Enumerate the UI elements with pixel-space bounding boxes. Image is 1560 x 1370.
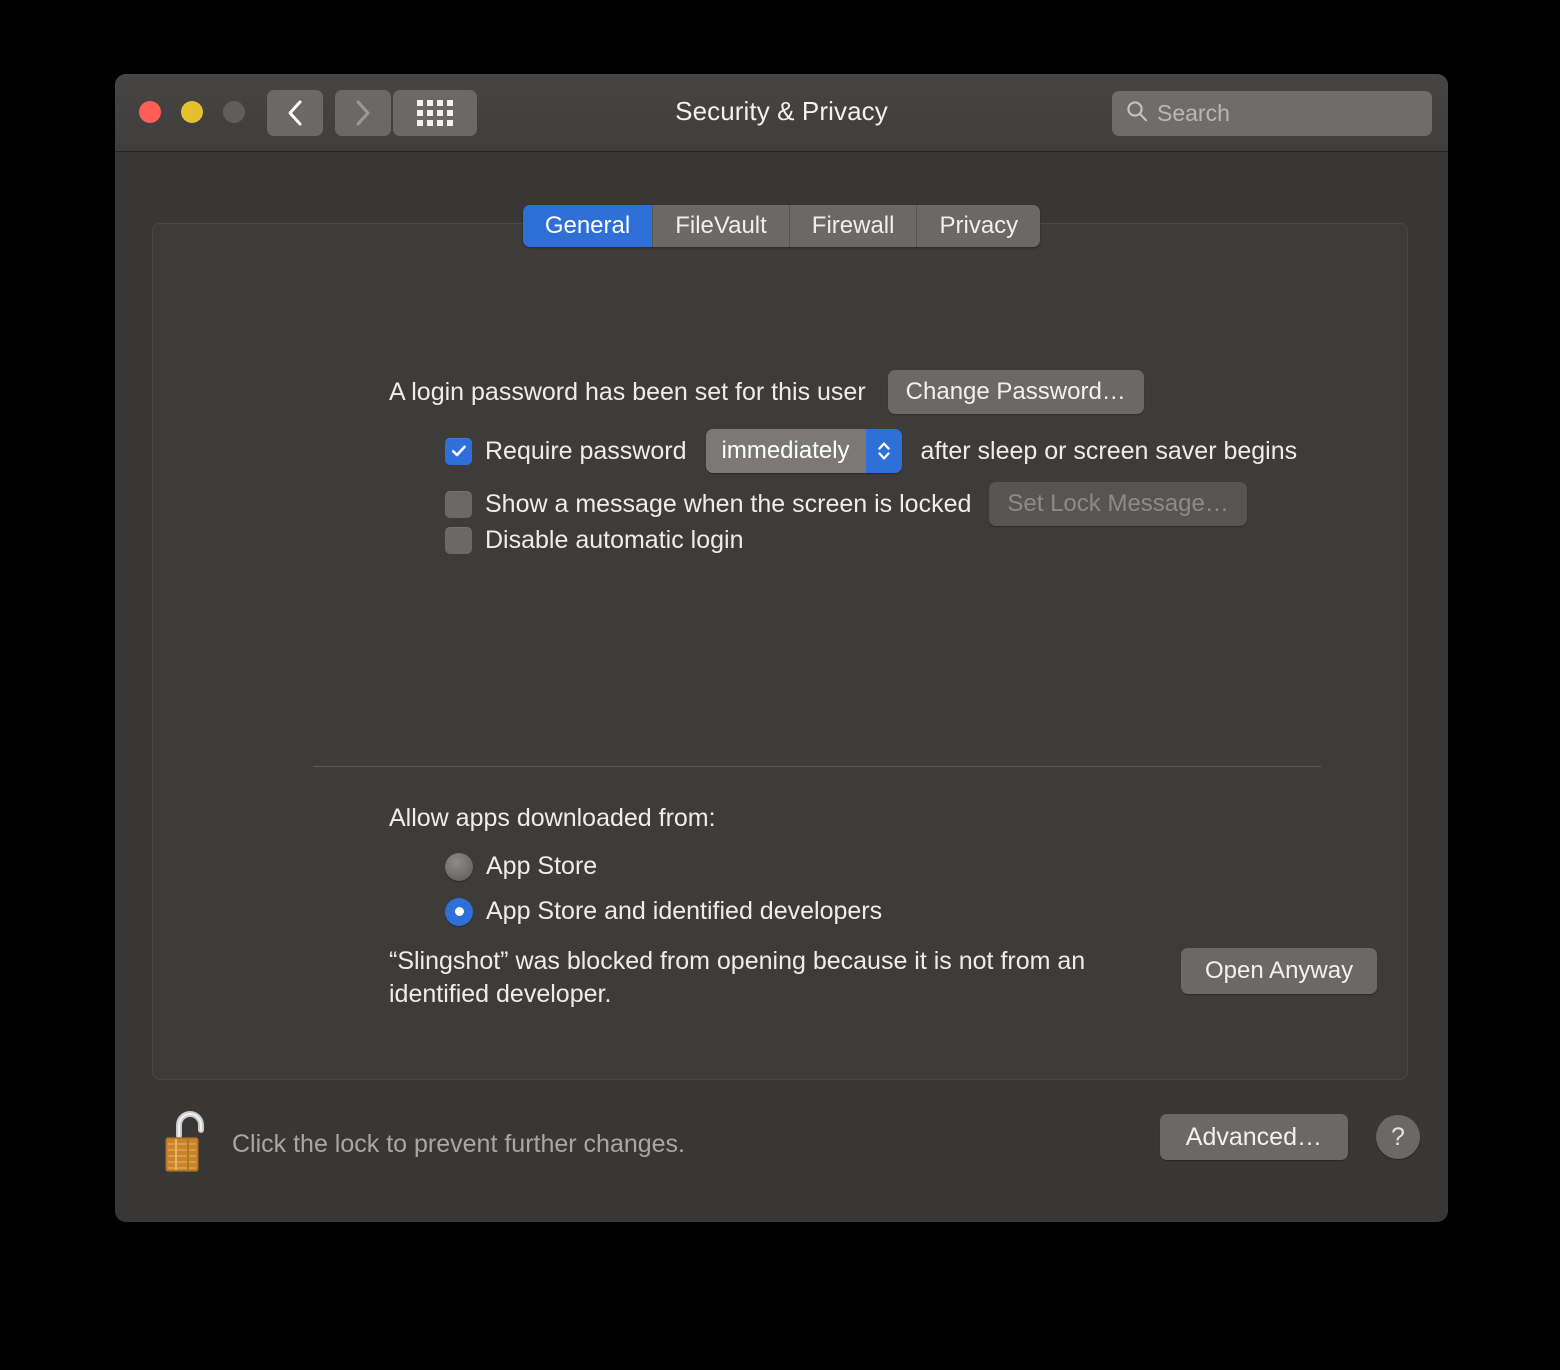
stepper-chevrons-icon: [865, 429, 902, 473]
window-titlebar: Security & Privacy: [115, 74, 1448, 152]
show-lock-message-row: Show a message when the screen is locked…: [445, 482, 1247, 526]
open-anyway-button[interactable]: Open Anyway: [1181, 948, 1378, 994]
allow-apps-heading-row: Allow apps downloaded from:: [389, 804, 716, 833]
blocked-app-message: “Slingshot” was blocked from opening bec…: [389, 947, 1086, 1008]
search-icon: [1126, 100, 1148, 127]
require-password-label: Require password: [485, 436, 687, 465]
disable-auto-login-label: Disable automatic login: [485, 526, 744, 554]
require-password-delay-value: immediately: [705, 429, 866, 473]
allow-apps-option-identified-developers[interactable]: App Store and identified developers: [445, 897, 882, 926]
identified-developers-radio[interactable]: [445, 897, 473, 926]
search-field[interactable]: [1112, 91, 1448, 136]
show-lock-message-label: Show a message when the screen is locked: [485, 489, 972, 518]
window-footer: Click the lock to prevent further change…: [115, 1088, 1448, 1222]
tab-filevault[interactable]: FileVault: [653, 205, 790, 247]
require-password-row: Require password immediately after sleep…: [445, 429, 1297, 473]
advanced-button[interactable]: Advanced…: [1159, 1114, 1348, 1160]
allow-apps-heading: Allow apps downloaded from:: [389, 804, 716, 832]
search-input[interactable]: [1157, 100, 1448, 127]
app-store-radio-label: App Store: [486, 852, 598, 880]
disable-auto-login-checkbox[interactable]: [445, 527, 472, 554]
lock-note-text: Click the lock to prevent further change…: [232, 1130, 686, 1158]
section-divider: [313, 766, 1321, 767]
help-button[interactable]: ?: [1376, 1115, 1420, 1159]
tab-general[interactable]: General: [522, 205, 654, 247]
unlocked-padlock-icon[interactable]: [163, 1106, 219, 1178]
checkmark-icon: [451, 445, 466, 457]
require-password-delay-select[interactable]: immediately: [705, 429, 902, 473]
set-lock-message-button[interactable]: Set Lock Message…: [989, 482, 1247, 526]
disable-auto-login-row: Disable automatic login: [445, 526, 743, 555]
login-password-status: A login password has been set for this u…: [389, 377, 866, 406]
identified-developers-radio-label: App Store and identified developers: [486, 897, 883, 925]
allow-apps-option-app-store[interactable]: App Store: [445, 852, 597, 881]
login-password-row: A login password has been set for this u…: [389, 370, 1144, 414]
tab-bar: General FileVault Firewall Privacy: [115, 205, 1448, 247]
tab-firewall[interactable]: Firewall: [789, 205, 918, 247]
tab-privacy[interactable]: Privacy: [917, 205, 1041, 247]
app-store-radio[interactable]: [445, 852, 473, 881]
require-password-checkbox[interactable]: [445, 437, 472, 465]
require-password-suffix: after sleep or screen saver begins: [920, 436, 1298, 465]
show-lock-message-checkbox[interactable]: [445, 490, 472, 518]
security-privacy-window: Security & Privacy General FileVault Fir…: [115, 74, 1448, 1222]
change-password-button[interactable]: Change Password…: [887, 370, 1144, 414]
general-pane: A login password has been set for this u…: [152, 223, 1408, 1080]
